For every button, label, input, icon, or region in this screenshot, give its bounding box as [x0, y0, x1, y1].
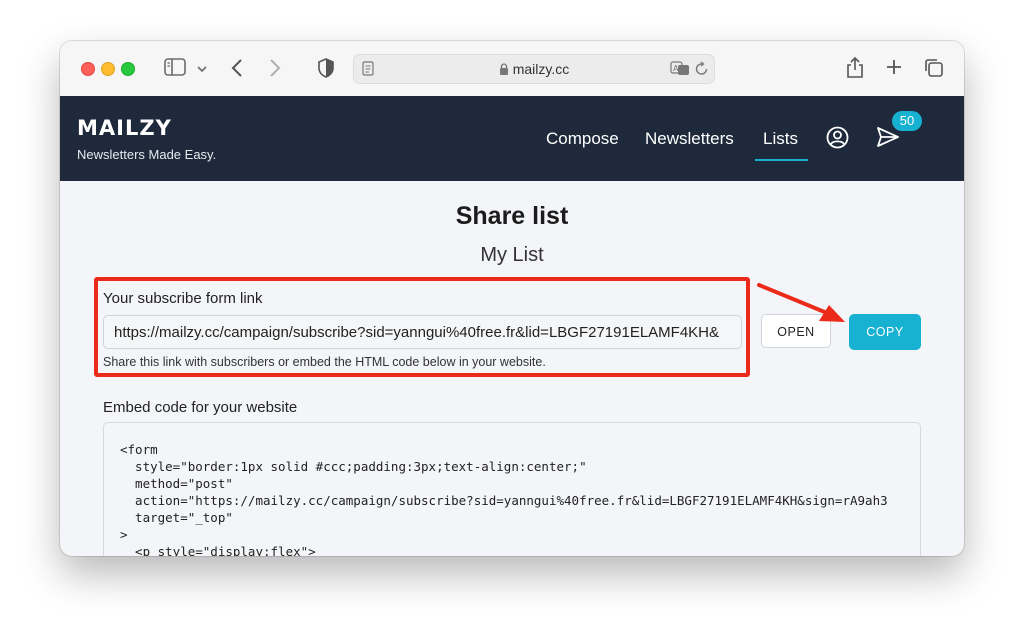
browser-toolbar: mailzy.cc A — [60, 41, 964, 97]
lock-icon — [499, 63, 508, 75]
forward-arrow-icon[interactable] — [268, 58, 282, 83]
close-window-button[interactable] — [81, 62, 95, 76]
back-arrow-icon[interactable] — [230, 58, 244, 83]
annotation-highlight-box — [94, 277, 750, 377]
browser-window: mailzy.cc A MAILZY Newsletters Made Easy… — [60, 41, 964, 556]
reload-icon[interactable] — [695, 61, 709, 81]
share-icon[interactable] — [846, 56, 864, 83]
zoom-window-button[interactable] — [121, 62, 135, 76]
embed-code-box[interactable]: <form style="border:1px solid #ccc;paddi… — [103, 422, 921, 556]
app-logo[interactable]: MAILZY — [77, 116, 172, 140]
minimize-window-button[interactable] — [101, 62, 115, 76]
nav-compose[interactable]: Compose — [546, 129, 619, 149]
list-name: My List — [480, 244, 544, 266]
url-text: mailzy.cc — [354, 61, 714, 77]
copy-button[interactable]: COPY — [849, 314, 921, 350]
notification-badge: 50 — [892, 111, 922, 131]
nav-active-indicator — [755, 159, 808, 161]
embed-code-text: <form style="border:1px solid #ccc;paddi… — [120, 442, 888, 556]
nav-lists[interactable]: Lists — [763, 129, 798, 149]
svg-text:A: A — [673, 64, 679, 73]
shield-icon[interactable] — [317, 58, 335, 83]
chevron-down-icon[interactable] — [196, 61, 208, 79]
page-title: Share list — [455, 202, 569, 230]
annotation-arrow-icon — [757, 283, 845, 322]
nav-newsletters[interactable]: Newsletters — [645, 129, 734, 149]
translate-icon[interactable]: A — [670, 61, 690, 81]
app-tagline: Newsletters Made Easy. — [77, 147, 217, 162]
app-header: MAILZY Newsletters Made Easy. Compose Ne… — [60, 96, 964, 181]
user-account-icon[interactable] — [826, 126, 849, 154]
embed-code-label: Embed code for your website — [103, 399, 298, 416]
address-bar[interactable]: mailzy.cc A — [353, 54, 715, 84]
sidebar-icon[interactable] — [164, 58, 186, 81]
tab-overview-icon[interactable] — [924, 58, 944, 83]
new-tab-icon[interactable] — [885, 58, 903, 81]
